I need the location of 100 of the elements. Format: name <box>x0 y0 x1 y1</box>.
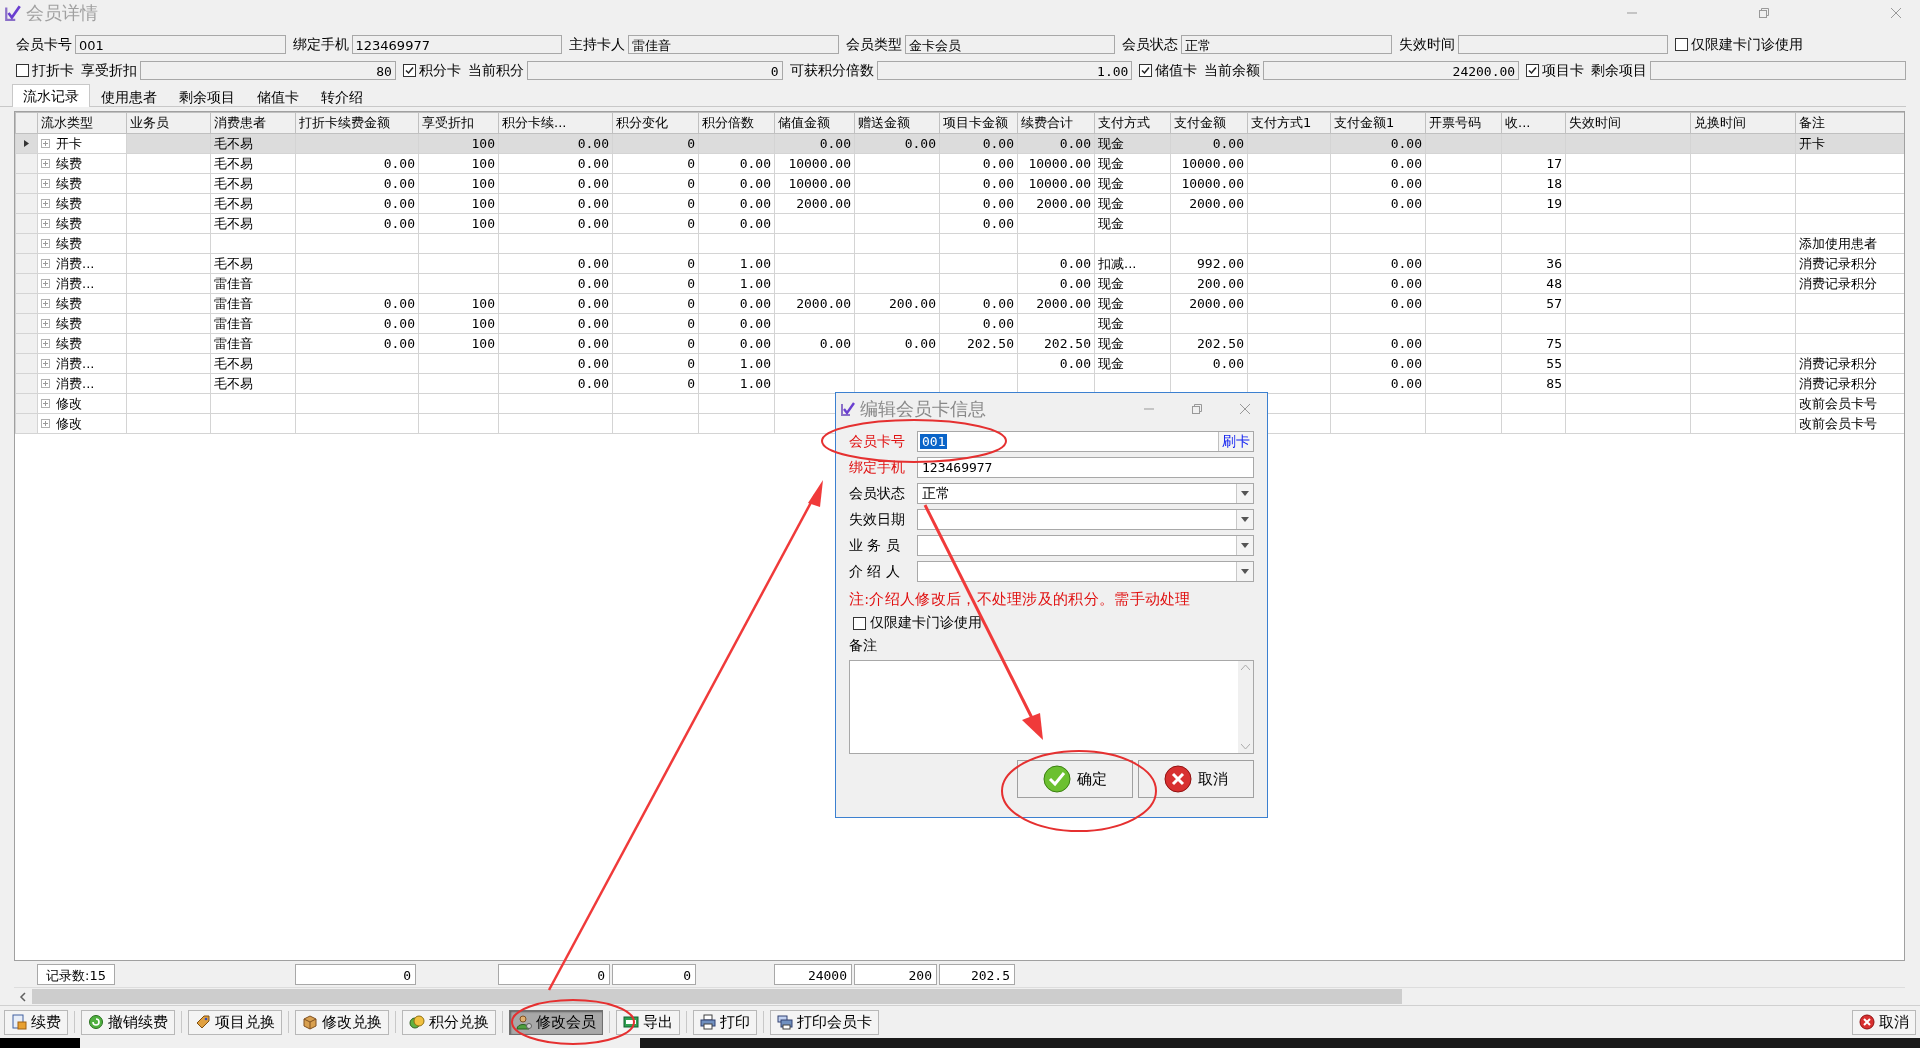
expand-icon[interactable] <box>41 199 50 208</box>
input-field[interactable]: 001 刷卡 <box>917 431 1254 452</box>
expand-icon[interactable] <box>41 359 50 368</box>
tab[interactable]: 使用患者 <box>90 86 168 106</box>
expand-icon[interactable] <box>41 179 50 188</box>
expand-icon[interactable] <box>41 339 50 348</box>
expand-icon[interactable] <box>41 419 50 428</box>
column-header[interactable]: 支付方式 <box>1094 112 1171 134</box>
expand-icon[interactable] <box>41 159 50 168</box>
expand-icon[interactable] <box>41 299 50 308</box>
caret-icon[interactable] <box>1241 569 1249 574</box>
checkbox-label[interactable]: 仅限建卡门诊使用 <box>1691 35 1803 54</box>
column-header[interactable]: 支付方式1 <box>1247 112 1331 134</box>
table-cell: 2000.00 <box>1170 193 1248 214</box>
caret-icon[interactable] <box>1241 491 1249 496</box>
scroll-down-icon[interactable] <box>1241 744 1250 749</box>
text-field[interactable]: 001 <box>75 35 286 54</box>
column-header[interactable]: 兑换时间 <box>1690 112 1796 134</box>
text-field[interactable] <box>1650 61 1906 80</box>
tab[interactable]: 流水记录 <box>12 84 90 107</box>
checkbox-label[interactable]: 积分卡 <box>418 61 461 80</box>
text-field[interactable]: 80 <box>140 61 396 80</box>
column-header[interactable]: 积分变化 <box>612 112 699 134</box>
toolbar-button[interactable]: 打印会员卡 <box>770 1009 879 1035</box>
dropdown-field[interactable] <box>917 561 1254 582</box>
checkbox[interactable] <box>1139 64 1153 77</box>
checkbox[interactable] <box>1675 38 1688 51</box>
column-header[interactable]: 续费合计 <box>1017 112 1095 134</box>
column-header[interactable]: 支付金额1 <box>1330 112 1426 134</box>
column-header[interactable]: 赠送金额 <box>854 112 940 134</box>
checkbox[interactable] <box>402 64 416 77</box>
close-icon <box>1859 1014 1875 1030</box>
checkbox[interactable] <box>16 64 29 77</box>
caret-icon[interactable] <box>1241 543 1249 548</box>
table-cell: 0.00 <box>1017 273 1095 294</box>
input-field[interactable]: 123469977 <box>917 457 1254 478</box>
tab[interactable]: 剩余项目 <box>168 86 246 106</box>
column-header[interactable]: 积分倍数 <box>698 112 775 134</box>
checkbox-label[interactable]: 打折卡 <box>32 61 74 80</box>
text-field[interactable]: 金卡会员 <box>904 35 1115 54</box>
column-header[interactable]: 流水类型 <box>37 112 127 134</box>
expand-icon[interactable] <box>41 399 50 408</box>
expand-icon[interactable] <box>41 319 50 328</box>
checkbox-label[interactable]: 仅限建卡门诊使用 <box>870 614 982 632</box>
toolbar-button[interactable]: 导出 <box>616 1009 680 1035</box>
text-field[interactable]: 0 <box>526 61 783 80</box>
column-header[interactable]: 享受折扣 <box>418 112 499 134</box>
text-field[interactable]: 24200.00 <box>1263 61 1520 80</box>
column-header[interactable]: 收... <box>1501 112 1566 134</box>
toolbar-button[interactable]: 撤销续费 <box>81 1009 175 1035</box>
text-field[interactable]: 雷佳音 <box>628 35 839 54</box>
expand-icon[interactable] <box>41 139 50 148</box>
dropdown-field[interactable] <box>917 535 1254 556</box>
checkbox-label[interactable]: 项目卡 <box>1542 61 1585 80</box>
text-field[interactable]: 123469977 <box>351 35 562 54</box>
checkbox[interactable] <box>1526 64 1540 77</box>
column-header[interactable]: 备注 <box>1795 112 1904 134</box>
dialog-button[interactable]: 取消 <box>1138 760 1254 798</box>
column-header[interactable]: 打折卡续费金额 <box>295 112 419 134</box>
toolbar-button[interactable]: 续费 <box>4 1009 68 1035</box>
close-icon[interactable] <box>1239 403 1251 415</box>
expand-icon[interactable] <box>41 279 50 288</box>
column-header[interactable]: 开票号码 <box>1425 112 1502 134</box>
restore-icon[interactable] <box>1191 403 1203 415</box>
restore-icon[interactable] <box>1758 7 1770 19</box>
expand-icon[interactable] <box>41 219 50 228</box>
column-header[interactable]: 失效时间 <box>1565 112 1691 134</box>
toolbar-button[interactable]: 项目兑换 <box>188 1009 282 1035</box>
close-icon[interactable] <box>1890 7 1902 19</box>
text-field[interactable]: 正常 <box>1181 35 1392 54</box>
dropdown-field[interactable]: 正常 <box>917 483 1254 504</box>
tab[interactable]: 转介绍 <box>310 86 374 106</box>
remarks-field[interactable] <box>849 660 1254 754</box>
column-header[interactable]: 项目卡金额 <box>939 112 1018 134</box>
toolbar-button[interactable]: 打印 <box>693 1009 757 1035</box>
expand-icon[interactable] <box>41 259 50 268</box>
text-field[interactable]: 1.00 <box>876 61 1133 80</box>
dialog-button[interactable]: 确定 <box>1017 760 1133 798</box>
dropdown-field[interactable] <box>917 509 1254 530</box>
expand-icon[interactable] <box>41 239 50 248</box>
expand-icon[interactable] <box>41 379 50 388</box>
text-field[interactable] <box>1457 35 1668 54</box>
column-header[interactable]: 积分卡续... <box>498 112 613 134</box>
scrollbar-thumb[interactable] <box>32 989 1402 1004</box>
swipe-card-button[interactable]: 刷卡 <box>1218 432 1253 451</box>
caret-icon[interactable] <box>1241 517 1249 522</box>
toolbar-button[interactable]: 取消 <box>1852 1009 1916 1035</box>
checkbox-label[interactable]: 储值卡 <box>1155 61 1198 80</box>
scroll-left-icon[interactable] <box>18 991 28 1002</box>
column-header[interactable]: 消费患者 <box>210 112 296 134</box>
toolbar-button[interactable]: 修改兑换 <box>295 1009 389 1035</box>
column-header[interactable]: 业务员 <box>126 112 211 134</box>
tab[interactable]: 储值卡 <box>246 86 310 106</box>
scroll-up-icon[interactable] <box>1241 665 1250 670</box>
column-header[interactable]: 支付金额 <box>1170 112 1248 134</box>
toolbar-button[interactable]: 积分兑换 <box>402 1009 496 1035</box>
toolbar-button[interactable]: 修改会员 <box>509 1009 603 1035</box>
column-header[interactable]: 储值金额 <box>774 112 855 134</box>
checkbox[interactable] <box>853 616 866 630</box>
scrollbar[interactable] <box>1238 661 1253 753</box>
